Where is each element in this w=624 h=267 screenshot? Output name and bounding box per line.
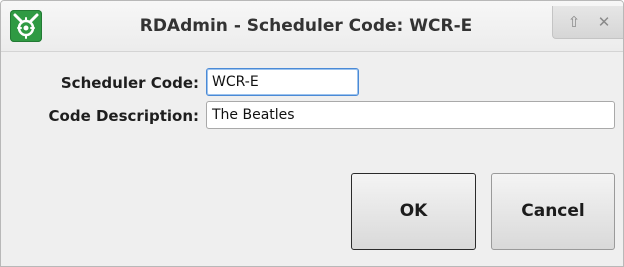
- close-icon[interactable]: ✕: [595, 13, 613, 31]
- ok-button[interactable]: OK: [351, 173, 476, 250]
- scheduler-code-label: Scheduler Code:: [60, 74, 199, 92]
- code-description-field[interactable]: The Beatles: [206, 101, 615, 129]
- raise-window-icon[interactable]: ⇧: [565, 13, 583, 31]
- title-bar[interactable]: RDAdmin - Scheduler Code: WCR-E ⇧ ✕: [1, 1, 623, 52]
- code-description-label: Code Description:: [48, 107, 199, 125]
- window-title: RDAdmin - Scheduler Code: WCR-E: [139, 16, 473, 36]
- scheduler-code-dialog: RDAdmin - Scheduler Code: WCR-E ⇧ ✕ Sche…: [0, 0, 624, 267]
- scheduler-code-field[interactable]: WCR-E: [206, 68, 359, 96]
- window-controls: ⇧ ✕: [552, 6, 623, 39]
- cancel-button[interactable]: Cancel: [491, 173, 615, 250]
